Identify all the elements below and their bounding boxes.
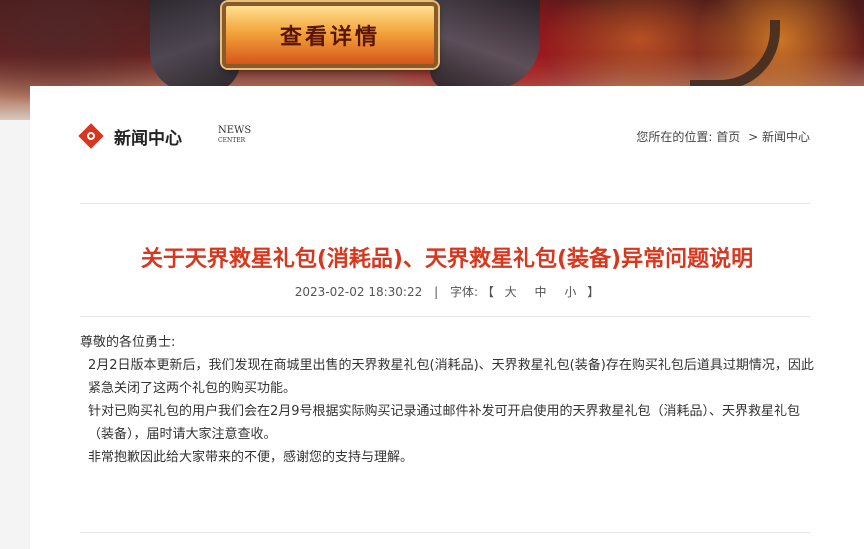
- breadcrumb-separator: >: [748, 130, 759, 144]
- header-divider: [80, 203, 810, 204]
- section-title: 新闻中心: [114, 129, 182, 149]
- font-size-label: 字体:: [449, 285, 478, 299]
- article-meta: 2023-02-02 18:30:22 | 字体: 【 大 中 小 】: [30, 283, 864, 300]
- font-bracket-close: 】: [587, 285, 600, 299]
- breadcrumb-current-link[interactable]: 新闻中心: [762, 130, 810, 144]
- breadcrumb-home-link[interactable]: 首页: [716, 130, 740, 144]
- section-title-en: NEWS CENTER: [218, 126, 278, 146]
- section-en-line2: CENTER: [218, 137, 246, 144]
- article-paragraph: 非常抱歉因此给大家带来的不便，感谢您的支持与理解。: [88, 450, 414, 465]
- article-paragraph: 2月2日版本更新后，我们发现在商城里出售的天界救星礼包(消耗品)、天界救星礼包(…: [88, 358, 814, 396]
- meta-divider: [80, 316, 810, 317]
- meta-separator: |: [434, 285, 439, 299]
- view-details-label: 查看详情: [279, 24, 380, 50]
- view-details-button[interactable]: 查看详情: [222, 2, 438, 68]
- banner-art-horn: [690, 20, 780, 90]
- font-size-large-button[interactable]: 大: [505, 285, 517, 299]
- banner-art-right: [430, 0, 540, 90]
- article-greeting: 尊敬的各位勇士:: [80, 335, 176, 350]
- news-card: 新闻中心 NEWS CENTER 您所在的位置: 首页 > 新闻中心 关于天界救…: [30, 86, 864, 549]
- font-size-small-button[interactable]: 小: [564, 285, 576, 299]
- article-paragraph: 针对已购买礼包的用户我们会在2月9号根据实际购买记录通过邮件补发可开启使用的天界…: [88, 404, 801, 442]
- font-bracket-open: 【: [481, 285, 494, 299]
- news-header: 新闻中心 NEWS CENTER 您所在的位置: 首页 > 新闻中心: [78, 122, 810, 152]
- article-datetime: 2023-02-02 18:30:22: [294, 285, 423, 299]
- breadcrumb: 您所在的位置: 首页 > 新闻中心: [632, 128, 810, 145]
- news-logo-icon: [78, 123, 104, 149]
- article-body: 尊敬的各位勇士: 2月2日版本更新后，我们发现在商城里出售的天界救星礼包(消耗品…: [80, 331, 815, 469]
- breadcrumb-prefix: 您所在的位置:: [636, 130, 713, 144]
- section-en-line1: NEWS: [218, 125, 252, 136]
- font-size-medium-button[interactable]: 中: [535, 285, 547, 299]
- article-title: 关于天界救星礼包(消耗品)、天界救星礼包(装备)异常问题说明: [140, 247, 754, 272]
- footer-divider: [80, 532, 810, 533]
